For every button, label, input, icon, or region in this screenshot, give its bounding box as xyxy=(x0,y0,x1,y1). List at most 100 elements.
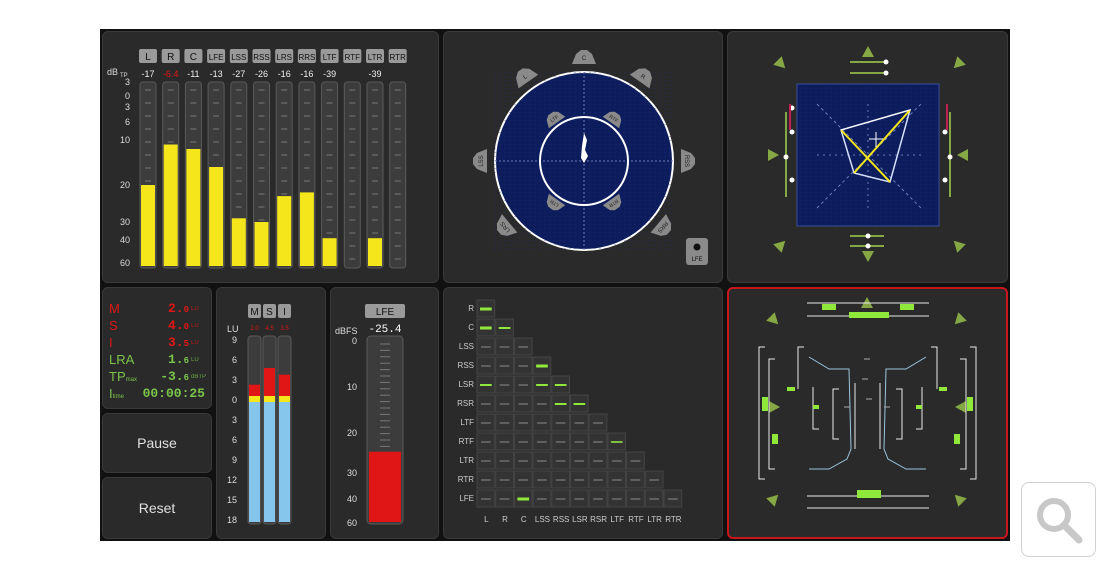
msi-peak-value: 3.5 xyxy=(280,326,289,332)
signal-path xyxy=(883,356,927,470)
channel-label-rtf: RTF xyxy=(345,53,361,62)
channel-level-bar xyxy=(322,238,337,266)
meter-track xyxy=(389,81,407,269)
loudness-value-decimal: 6 xyxy=(183,356,189,366)
level-indicator xyxy=(772,434,778,444)
loudness-row-tp: TPmax -3.6 dBTP xyxy=(109,368,206,385)
msi-level-bar-below-zero xyxy=(249,402,260,522)
loudness-label: S xyxy=(109,318,118,333)
channel-peak-value: -27 xyxy=(232,69,245,79)
right-bracket-inner xyxy=(960,358,967,470)
loudness-row-i: I 3.5 LU xyxy=(109,334,205,351)
col-label-rss: RSS xyxy=(553,515,569,524)
row-label-ltf: LTF xyxy=(460,418,474,427)
speaker-icon-c[interactable]: C xyxy=(572,50,596,64)
speaker-layout-panel[interactable] xyxy=(727,287,1008,539)
correlation-matrix-panel[interactable]: R C LSS RSS LSR RSR LTF RTF LTR RTR LFE L R C LSS RSS LS… xyxy=(443,287,723,539)
loudness-label-sub: time xyxy=(112,394,124,400)
speaker-icon-lss[interactable]: LSS xyxy=(473,149,487,173)
balance-dot xyxy=(783,154,789,160)
col-label-ltf: LTF xyxy=(610,515,624,524)
balance-dot xyxy=(942,129,948,135)
row-label-lsr: LSR xyxy=(458,380,474,389)
speaker-icon-r[interactable]: R xyxy=(629,63,658,89)
msi-unit-label: LU xyxy=(227,324,239,334)
loudness-label: Itime xyxy=(109,386,124,401)
channel-level-bar xyxy=(231,218,246,266)
level-indicator xyxy=(954,434,960,444)
xy-phase-panel[interactable] xyxy=(727,31,1008,283)
bracket-segment xyxy=(797,346,804,389)
scale-tick-label: 3 xyxy=(232,415,237,425)
channel-label-lfe: LFE xyxy=(209,53,224,62)
bracket-segment xyxy=(832,388,839,440)
pause-button[interactable]: Pause xyxy=(102,413,212,473)
scale-tick-label: 6 xyxy=(232,435,237,445)
balance-dot xyxy=(789,177,795,183)
channel-peak-value: -17 xyxy=(141,69,154,79)
loudness-unit: LU xyxy=(191,322,199,329)
scale-tick-label: 15 xyxy=(227,495,237,505)
xy-phase-graphic xyxy=(768,46,968,262)
scale-tick-label: 20 xyxy=(347,428,357,438)
speaker-icon-rss[interactable]: RSS xyxy=(681,149,695,173)
speaker-icon-l[interactable]: L xyxy=(511,63,539,89)
channel-label-rrs: RRS xyxy=(298,53,315,62)
balance-indicator xyxy=(900,304,914,310)
scale-tick-label: 20 xyxy=(120,180,130,190)
scale-tick-label: 40 xyxy=(120,235,130,245)
channel-label-lss: LSS xyxy=(231,53,246,62)
row-label-rss: RSS xyxy=(458,361,474,370)
channel-peak-value: -39 xyxy=(323,69,336,79)
scale-tick-label: 3 xyxy=(125,77,130,87)
speaker-layout-graphic xyxy=(758,297,977,509)
scale-tick-label: 3 xyxy=(125,102,130,112)
msi-zero-band xyxy=(279,396,290,402)
speaker-triangle-icon xyxy=(862,251,874,262)
loudness-row-m: M 2.0 LU xyxy=(109,300,205,317)
magnifier-icon xyxy=(1036,497,1082,543)
loudness-label: LRA xyxy=(109,352,135,367)
integration-time-value: 00:00:25 xyxy=(142,386,205,401)
left-bracket-inner xyxy=(768,358,775,470)
lfe-meter-graphic: LFE dBFS -25.4 0 10 20 30 40 60 xyxy=(335,304,405,528)
balance-dot xyxy=(883,70,889,76)
channel-level-meters-panel[interactable]: dB TP 3 0 3 6 10 20 30 40 60 L -17 R -6.4 C -11 LFE -13 LSS… xyxy=(102,31,439,283)
row-label-c: C xyxy=(468,323,474,332)
row-label-rtr: RTR xyxy=(458,475,475,484)
channel-level-bar xyxy=(141,185,155,266)
msi-zero-band xyxy=(264,396,275,402)
loudness-value: 2.0 xyxy=(167,301,189,316)
reset-button[interactable]: Reset xyxy=(102,477,212,539)
lfe-meter-panel[interactable]: LFE dBFS -25.4 0 10 20 30 40 60 xyxy=(330,287,439,539)
speaker-icon-rrs[interactable]: RRS xyxy=(650,214,677,241)
left-bracket xyxy=(758,346,765,480)
msi-loudness-meter-panel[interactable]: M 2.0 S 4.5 I 3.5 LU 9 6 3 0 3 6 9 12 15 18 xyxy=(216,287,326,539)
speaker-icon-lrs[interactable]: LRS xyxy=(491,214,518,241)
channel-level-bar xyxy=(254,222,269,266)
bracket-segment xyxy=(931,346,938,389)
channel-peak-value: -39 xyxy=(368,69,381,79)
msi-zero-band xyxy=(249,396,260,402)
balance-dot xyxy=(942,177,948,183)
channel-label-ltf: LTF xyxy=(323,53,337,62)
channel-peak-value: -11 xyxy=(187,69,199,79)
speaker-triangle-icon xyxy=(957,149,968,161)
scale-tick-label: 60 xyxy=(347,518,357,528)
msi-peak-value: 4.5 xyxy=(265,326,274,332)
db-unit-label: dB xyxy=(107,67,118,77)
scale-tick-label: 0 xyxy=(352,336,357,346)
channel-meters-graphic: dB TP30361020304060L-17R-6.4C-11LFE-13LSS… xyxy=(107,49,407,269)
msi-level-bar-below-zero xyxy=(264,402,275,522)
speaker-triangle-icon xyxy=(766,494,779,507)
surround-scope-panel[interactable]: L C R LSS RSS LRS RRS LTF RTF LTR RTR LFE xyxy=(443,31,723,283)
loudness-value-decimal: 5 xyxy=(183,339,189,349)
loudness-label: TPmax xyxy=(109,369,137,384)
zoom-button[interactable] xyxy=(1021,482,1096,557)
col-label-ltr: LTR xyxy=(647,515,662,524)
scale-tick-label: 9 xyxy=(232,335,237,345)
loudness-unit: LU xyxy=(191,305,199,312)
lfe-value: -25.4 xyxy=(368,324,401,336)
channel-level-bar xyxy=(186,149,201,266)
col-label-l: L xyxy=(484,515,489,524)
